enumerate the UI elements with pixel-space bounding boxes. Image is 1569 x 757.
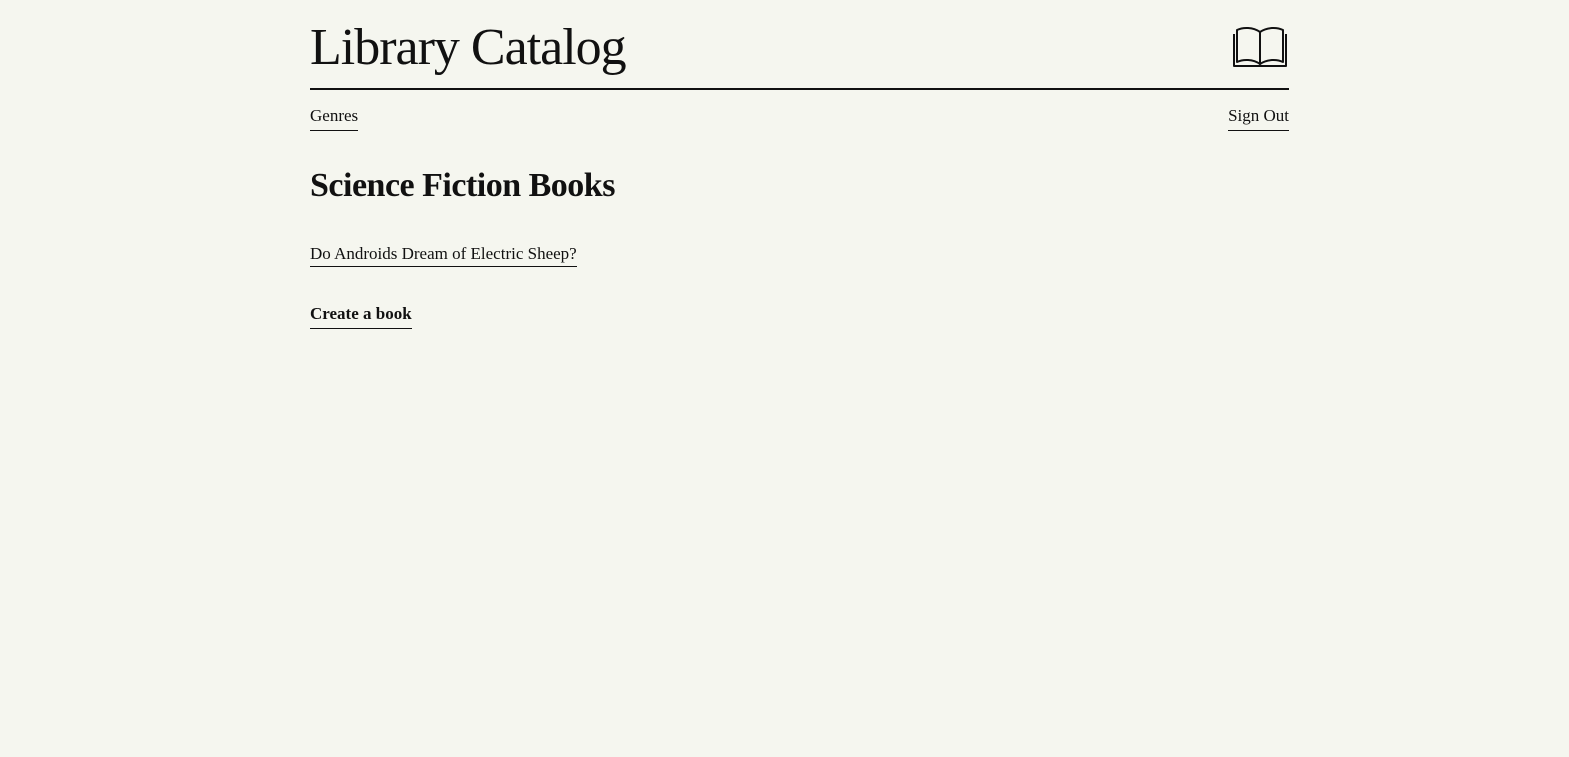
top-nav: Genres Sign Out xyxy=(310,90,1289,150)
book-list: Do Androids Dream of Electric Sheep? xyxy=(310,243,577,267)
book-link[interactable]: Do Androids Dream of Electric Sheep? xyxy=(310,244,577,267)
page-container: Library Catalog Genres Sign Out Science … xyxy=(310,0,1289,329)
create-book-link[interactable]: Create a book xyxy=(310,303,412,329)
site-header: Library Catalog xyxy=(310,0,1289,90)
nav-genres-link[interactable]: Genres xyxy=(310,105,359,131)
open-book-icon xyxy=(1233,26,1287,67)
nav-sign-out-link[interactable]: Sign Out xyxy=(1228,105,1289,131)
page-title: Science Fiction Books xyxy=(310,167,615,204)
book-list-item: Do Androids Dream of Electric Sheep? xyxy=(310,243,577,267)
app-title: Library Catalog xyxy=(310,19,627,76)
